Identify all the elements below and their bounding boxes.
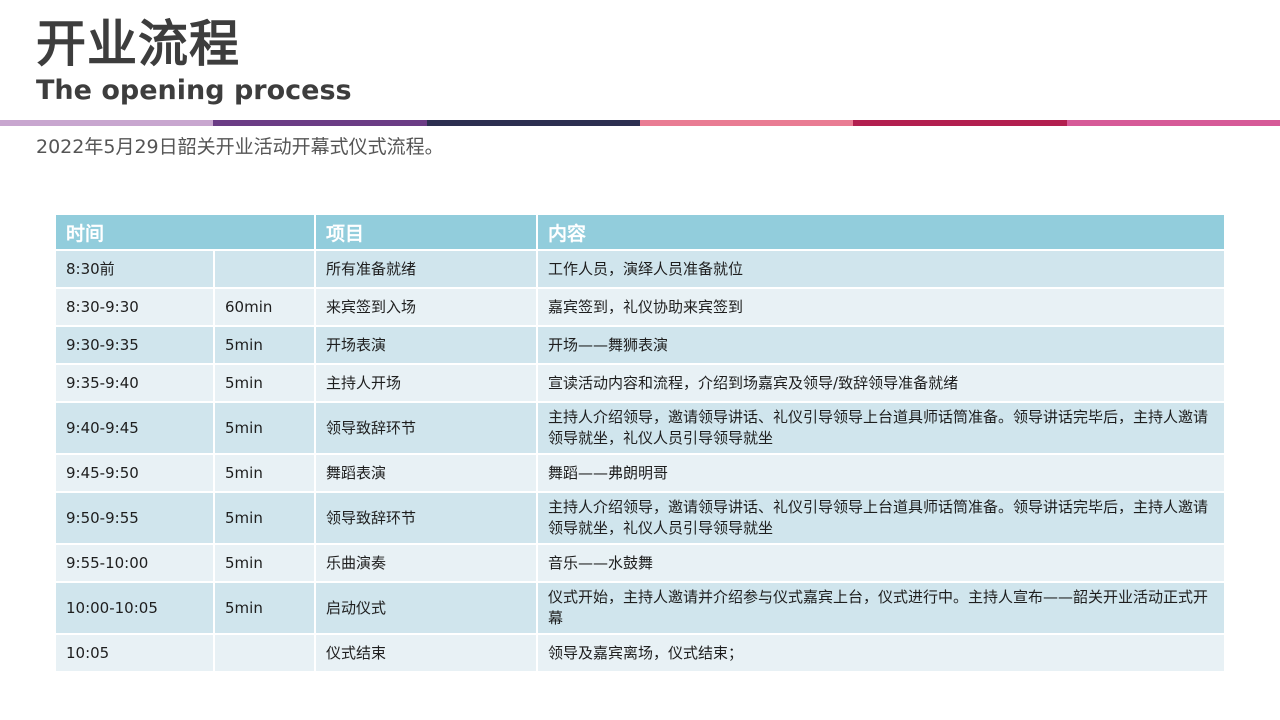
cell-time: 10:05 [56, 634, 215, 673]
table-row: 9:35-9:40 5min 主持人开场 宣读活动内容和流程，介绍到场嘉宾及领导… [56, 364, 1225, 403]
cell-item: 开场表演 [315, 326, 539, 365]
cell-duration: 5min [214, 582, 317, 635]
cell-item: 仪式结束 [315, 634, 539, 673]
cell-time: 9:50-9:55 [56, 492, 215, 545]
cell-content: 主持人介绍领导，邀请领导讲话、礼仪引导领导上台道具师话筒准备。领导讲话完毕后，主… [537, 402, 1225, 455]
cell-duration [214, 250, 317, 289]
cell-time: 10:00-10:05 [56, 582, 215, 635]
cell-duration: 5min [214, 364, 317, 403]
cell-time: 9:35-9:40 [56, 364, 215, 403]
table-header-row: 时间 项目 内容 [56, 215, 1225, 251]
color-segment [426, 120, 640, 126]
cell-content: 宣读活动内容和流程，介绍到场嘉宾及领导/致辞领导准备就绪 [537, 364, 1225, 403]
cell-duration: 5min [214, 402, 317, 455]
header-content: 内容 [537, 215, 1225, 251]
color-segment [853, 120, 1067, 126]
cell-duration: 5min [214, 492, 317, 545]
cell-item: 舞蹈表演 [315, 454, 539, 493]
table-row: 9:30-9:35 5min 开场表演 开场——舞狮表演 [56, 326, 1225, 365]
cell-time: 9:55-10:00 [56, 544, 215, 583]
table-row: 8:30前 所有准备就绪 工作人员，演绎人员准备就位 [56, 250, 1225, 289]
cell-item: 乐曲演奏 [315, 544, 539, 583]
table-row: 10:00-10:05 5min 启动仪式 仪式开始，主持人邀请并介绍参与仪式嘉… [56, 582, 1225, 635]
color-segment [213, 120, 427, 126]
color-segment [0, 120, 214, 126]
color-segment [639, 120, 854, 126]
color-segment [1066, 120, 1280, 126]
cell-item: 启动仪式 [315, 582, 539, 635]
table-row: 10:05 仪式结束 领导及嘉宾离场，仪式结束； [56, 634, 1225, 673]
cell-content: 开场——舞狮表演 [537, 326, 1225, 365]
event-description: 2022年5月29日韶关开业活动开幕式仪式流程。 [36, 136, 444, 158]
cell-time: 9:30-9:35 [56, 326, 215, 365]
table-row: 9:40-9:45 5min 领导致辞环节 主持人介绍领导，邀请领导讲话、礼仪引… [56, 402, 1225, 455]
page-title: 开业流程 [36, 15, 240, 73]
header-item: 项目 [315, 215, 539, 251]
cell-time: 9:45-9:50 [56, 454, 215, 493]
cell-item: 来宾签到入场 [315, 288, 539, 327]
cell-time: 9:40-9:45 [56, 402, 215, 455]
table-row: 8:30-9:30 60min 来宾签到入场 嘉宾签到，礼仪协助来宾签到 [56, 288, 1225, 327]
cell-item: 领导致辞环节 [315, 492, 539, 545]
cell-duration: 60min [214, 288, 317, 327]
table-row: 9:45-9:50 5min 舞蹈表演 舞蹈——弗朗明哥 [56, 454, 1225, 493]
cell-duration: 5min [214, 454, 317, 493]
cell-content: 工作人员，演绎人员准备就位 [537, 250, 1225, 289]
cell-content: 嘉宾签到，礼仪协助来宾签到 [537, 288, 1225, 327]
page-subtitle-english: The opening process [36, 75, 352, 106]
cell-content: 仪式开始，主持人邀请并介绍参与仪式嘉宾上台，仪式进行中。主持人宣布——韶关开业活… [537, 582, 1225, 635]
cell-duration: 5min [214, 544, 317, 583]
cell-time: 8:30前 [56, 250, 215, 289]
cell-content: 音乐——水鼓舞 [537, 544, 1225, 583]
cell-item: 主持人开场 [315, 364, 539, 403]
cell-content: 舞蹈——弗朗明哥 [537, 454, 1225, 493]
table-row: 9:55-10:00 5min 乐曲演奏 音乐——水鼓舞 [56, 544, 1225, 583]
cell-content: 主持人介绍领导，邀请领导讲话、礼仪引导领导上台道具师话筒准备。领导讲话完毕后，主… [537, 492, 1225, 545]
table-row: 9:50-9:55 5min 领导致辞环节 主持人介绍领导，邀请领导讲话、礼仪引… [56, 492, 1225, 545]
schedule-table: 时间 项目 内容 8:30前 所有准备就绪 工作人员，演绎人员准备就位 8:30… [56, 215, 1225, 673]
header-time: 时间 [56, 215, 317, 251]
cell-time: 8:30-9:30 [56, 288, 215, 327]
cell-item: 所有准备就绪 [315, 250, 539, 289]
cell-duration [214, 634, 317, 673]
cell-duration: 5min [214, 326, 317, 365]
cell-item: 领导致辞环节 [315, 402, 539, 455]
color-divider-bar [0, 120, 1280, 126]
cell-content: 领导及嘉宾离场，仪式结束； [537, 634, 1225, 673]
